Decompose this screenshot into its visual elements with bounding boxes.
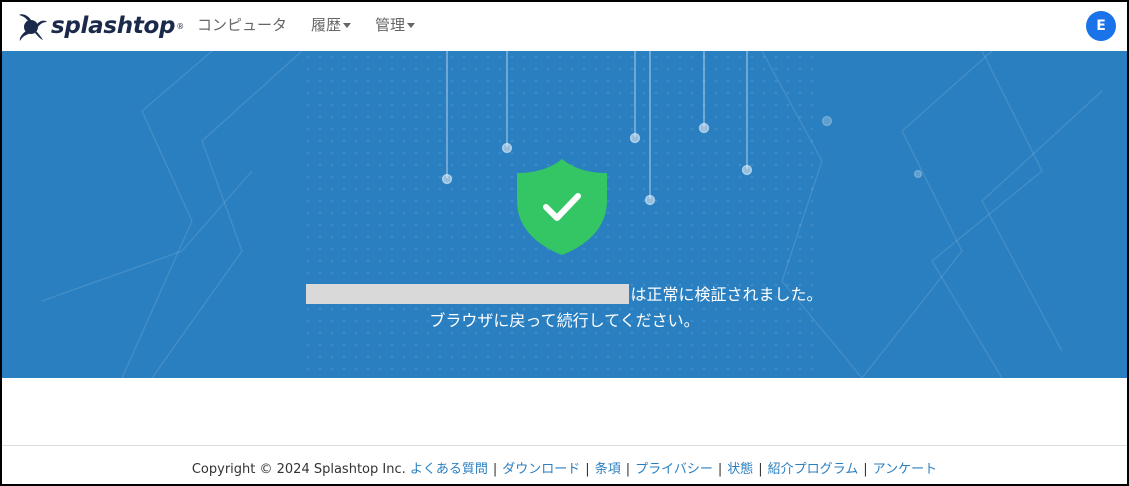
return-to-browser-message: ブラウザに戻って続行してください。	[429, 311, 700, 330]
verification-banner: は正常に検証されました。 ブラウザに戻って続行してください。	[2, 51, 1127, 378]
splashtop-logo[interactable]: splashtop ®	[14, 8, 184, 44]
top-header: splashtop ® コンピュータ 履歴 管理 E	[2, 2, 1127, 51]
nav-computers-label: コンピュータ	[197, 16, 288, 34]
nav-history-label: 履歴	[311, 16, 342, 34]
brand-registered-mark: ®	[176, 21, 185, 31]
nav-computers[interactable]: コンピュータ	[197, 14, 287, 35]
page-frame: splashtop ® コンピュータ 履歴 管理 E は正常に検証されました。 …	[0, 0, 1129, 486]
footer-link-terms[interactable]: 条項	[595, 462, 621, 477]
redacted-email	[306, 284, 630, 304]
brand-name: splashtop	[51, 13, 176, 39]
nav-management-dropdown[interactable]: 管理	[375, 14, 416, 35]
caret-down-icon	[407, 23, 416, 28]
verification-message: は正常に検証されました。	[2, 284, 1127, 306]
splashtop-logo-icon	[19, 14, 47, 41]
footer-divider	[2, 445, 1127, 446]
footer-link-faq[interactable]: よくある質問	[410, 462, 488, 477]
footer-link-download[interactable]: ダウンロード	[502, 462, 580, 477]
verified-text: は正常に検証されました。	[630, 285, 823, 304]
footer-link-status[interactable]: 状態	[727, 462, 753, 477]
nav-history-dropdown[interactable]: 履歴	[311, 14, 352, 35]
footer-link-privacy[interactable]: プライバシー	[635, 462, 713, 477]
shield-check-icon	[517, 159, 607, 255]
caret-down-icon	[343, 23, 352, 28]
footer-link-referral[interactable]: 紹介プログラム	[768, 462, 859, 477]
main-nav: コンピュータ 履歴 管理	[197, 14, 416, 35]
footer-link-survey[interactable]: アンケート	[873, 462, 937, 477]
page-footer: Copyright © 2024 Splashtop Inc. よくある質問 | ダ…	[191, 462, 938, 477]
user-avatar[interactable]: E	[1086, 11, 1116, 41]
nav-management-label: 管理	[375, 16, 406, 34]
copyright-text: Copyright © 2024 Splashtop Inc.	[191, 462, 406, 477]
